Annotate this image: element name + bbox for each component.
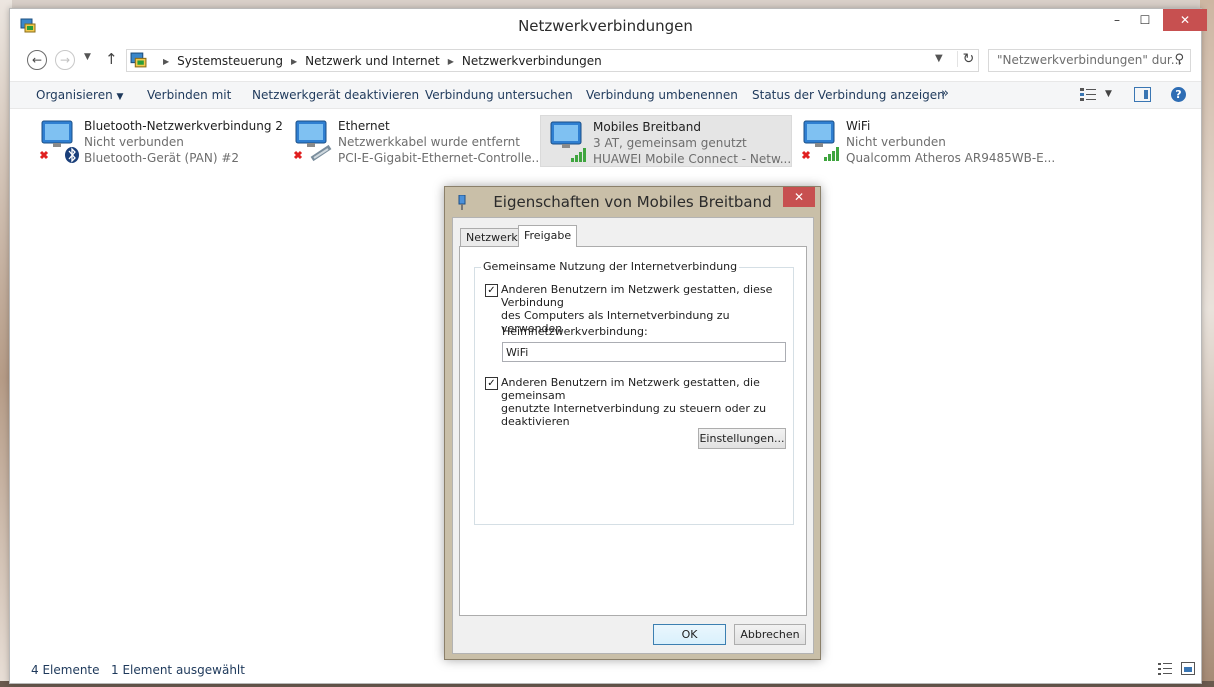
ok-button[interactable]: OK <box>653 624 726 645</box>
connection-status: 3 AT, gemeinsam genutzt <box>593 136 747 150</box>
connection-device: HUAWEI Mobile Connect - Netw... <box>593 152 792 166</box>
refresh-icon[interactable]: ↻ <box>957 51 979 67</box>
chevron-down-icon: ▼ <box>116 92 124 102</box>
connection-name: Mobiles Breitband <box>593 120 701 134</box>
breadcrumb-netzwerk-internet[interactable]: Netzwerk und Internet <box>305 54 440 68</box>
organize-label: Organisieren <box>36 88 113 102</box>
details-view-icon[interactable] <box>1158 663 1172 675</box>
back-arrow-icon[interactable]: ← <box>27 50 47 70</box>
control-panel-icon <box>130 52 147 68</box>
breadcrumb-systemsteuerung[interactable]: Systemsteuerung <box>177 54 283 68</box>
search-icon[interactable]: ⚲ <box>1174 52 1184 67</box>
allow-control-label-line2: genutzte Internetverbindung zu steuern o… <box>501 402 767 428</box>
large-icons-view-icon[interactable] <box>1181 662 1195 675</box>
connection-device: Qualcomm Atheros AR9485WB-E... <box>846 151 1056 165</box>
preview-pane-icon[interactable] <box>1134 87 1151 102</box>
rename-connection-button[interactable]: Verbindung umbenennen <box>586 88 738 102</box>
allow-sharing-label-line1: Anderen Benutzern im Netzwerk gestatten,… <box>501 283 773 309</box>
breadcrumb: ▶ Systemsteuerung ▶ Netzwerk und Internet ▶ N… <box>155 54 602 68</box>
allow-control-checkbox[interactable]: ✓ <box>485 377 498 390</box>
home-network-label: Heimnetzwerkverbindung: <box>502 325 648 338</box>
dialog-close-button[interactable]: ✕ <box>783 187 815 207</box>
wifi-adapter-icon <box>801 120 839 161</box>
window-title: Netzwerkverbindungen <box>518 17 693 35</box>
ethernet-adapter-icon <box>293 120 332 162</box>
connection-status: Nicht verbunden <box>846 135 946 149</box>
view-options-chevron-icon[interactable]: ▼ <box>1105 89 1112 99</box>
status-bar: 4 Elemente 1 Element ausgewählt <box>10 657 1201 683</box>
search-input[interactable]: "Netzwerkverbindungen" dur... ⚲ <box>988 49 1191 72</box>
navigation-row: ← → ▼ ↑ ▶ Systemsteuerung ▶ Netzwerk und In… <box>10 47 1201 73</box>
more-commands-button[interactable]: » <box>941 86 949 101</box>
connection-name: WiFi <box>846 119 871 133</box>
group-title: Gemeinsame Nutzung der Internetverbindun… <box>481 260 740 273</box>
search-placeholder: "Netzwerkverbindungen" dur... <box>997 53 1183 67</box>
selection-count: 1 Element ausgewählt <box>111 663 245 677</box>
sharing-tab-panel: Gemeinsame Nutzung der Internetverbindun… <box>459 246 807 616</box>
connection-status: Nicht verbunden <box>84 135 184 149</box>
breadcrumb-separator-icon[interactable]: ▶ <box>448 57 454 66</box>
address-dropdown-chevron-icon[interactable]: ▼ <box>935 53 943 64</box>
close-button[interactable]: ✕ <box>1163 9 1207 31</box>
connection-device: Bluetooth-Gerät (PAN) #2 <box>84 151 240 165</box>
dialog-title: Eigenschaften von Mobiles Breitband <box>493 193 772 211</box>
title-bar: Netzwerkverbindungen – ☐ ✕ <box>10 9 1207 43</box>
connection-name: Ethernet <box>338 119 390 133</box>
connection-device: PCI-E-Gigabit-Ethernet-Controlle... <box>338 151 543 165</box>
cancel-button[interactable]: Abbrechen <box>734 624 806 645</box>
connection-item-wifi[interactable]: WiFi Nicht verbunden Qualcomm Atheros AR… <box>794 115 1055 167</box>
breadcrumb-separator-icon[interactable]: ▶ <box>291 57 297 66</box>
desktop-background-right <box>1200 0 1214 687</box>
diagnose-connection-button[interactable]: Verbindung untersuchen <box>425 88 573 102</box>
dialog-body: Netzwerk Freigabe Gemeinsame Nutzung der… <box>452 217 814 654</box>
allow-sharing-checkbox[interactable]: ✓ <box>485 284 498 297</box>
bluetooth-network-adapter-icon <box>39 120 79 163</box>
connection-status: Netzwerkkabel wurde entfernt <box>338 135 520 149</box>
breadcrumb-separator-icon[interactable]: ▶ <box>163 57 169 66</box>
home-network-field[interactable]: WiFi <box>502 342 786 362</box>
view-status-button[interactable]: Status der Verbindung anzeigen <box>752 88 945 102</box>
allow-control-label: Anderen Benutzern im Netzwerk gestatten,… <box>501 376 793 428</box>
recent-locations-chevron-icon[interactable]: ▼ <box>84 52 91 62</box>
connect-to-button[interactable]: Verbinden mit <box>147 88 231 102</box>
tab-netzwerk[interactable]: Netzwerk <box>460 228 524 246</box>
maximize-button[interactable]: ☐ <box>1131 9 1159 31</box>
address-bar[interactable]: ▶ Systemsteuerung ▶ Netzwerk und Internet ▶ N… <box>126 49 979 72</box>
connection-item-ethernet[interactable]: Ethernet Netzwerkkabel wurde entfernt PC… <box>286 115 543 167</box>
forward-arrow-icon[interactable]: → <box>55 50 75 70</box>
up-arrow-icon[interactable]: ↑ <box>105 50 118 68</box>
item-count: 4 Elemente <box>31 663 100 677</box>
command-bar: Organisieren ▼ Verbinden mit Netzwerkger… <box>10 81 1201 109</box>
internet-connection-sharing-group: Gemeinsame Nutzung der Internetverbindun… <box>474 260 794 525</box>
properties-dialog: Eigenschaften von Mobiles Breitband ✕ Ne… <box>444 186 821 660</box>
change-view-icon[interactable] <box>1080 88 1096 102</box>
minimize-button[interactable]: – <box>1103 9 1131 31</box>
settings-button[interactable]: Einstellungen... <box>698 428 786 449</box>
mobile-broadband-adapter-icon <box>550 121 586 162</box>
connection-name: Bluetooth-Netzwerkverbindung 2 <box>84 119 283 133</box>
connection-item-bluetooth[interactable]: Bluetooth-Netzwerkverbindung 2 Nicht ver… <box>32 115 284 167</box>
breadcrumb-netzwerkverbindungen[interactable]: Netzwerkverbindungen <box>462 54 602 68</box>
help-icon[interactable]: ? <box>1171 87 1186 102</box>
disable-device-button[interactable]: Netzwerkgerät deaktivieren <box>252 88 419 102</box>
allow-control-label-line1: Anderen Benutzern im Netzwerk gestatten,… <box>501 376 760 402</box>
tab-freigabe[interactable]: Freigabe <box>518 225 578 247</box>
connection-item-mobile-broadband[interactable]: Mobiles Breitband 3 AT, gemeinsam genutz… <box>540 115 792 167</box>
organize-menu-button[interactable]: Organisieren ▼ <box>36 88 123 102</box>
